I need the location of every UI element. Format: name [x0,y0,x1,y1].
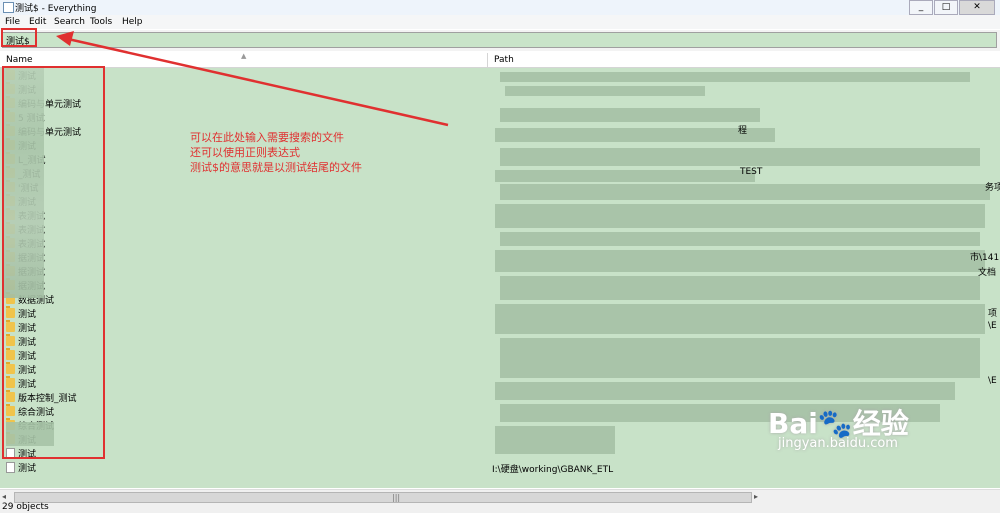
status-bar: 29 objects [0,502,1000,513]
grip-icon: ||| [392,493,401,502]
baidu-watermark-url: jingyan.baidu.com [778,436,898,451]
scroll-right-icon[interactable]: ▸ [754,492,758,501]
object-count: 29 objects [2,502,49,512]
annotation-line: 还可以使用正则表达式 [190,146,300,159]
annotation-line: 可以在此处输入需要搜索的文件 [190,131,344,144]
scroll-thumb[interactable]: ||| [14,492,752,503]
scroll-left-icon[interactable]: ◂ [2,492,6,501]
horizontal-scrollbar[interactable]: ◂ ||| ▸ [0,489,1000,504]
annotation-text: 可以在此处输入需要搜索的文件 还可以使用正则表达式 测试$的意思就是以测试结尾的… [190,130,362,175]
annotation-line: 测试$的意思就是以测试结尾的文件 [190,161,362,174]
